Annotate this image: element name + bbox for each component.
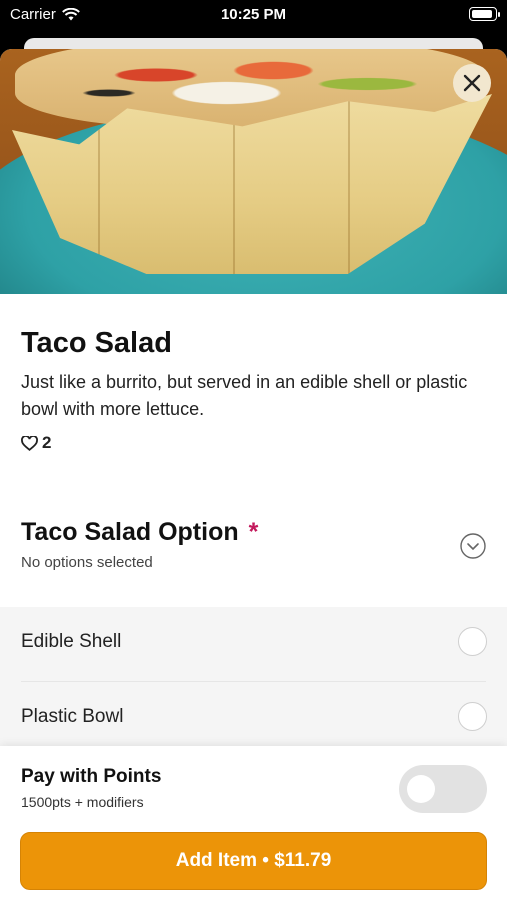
- pay-with-points-label: Pay with Points: [21, 766, 162, 787]
- battery-icon: [469, 7, 500, 21]
- close-icon: [463, 74, 481, 92]
- option-choice-plastic-bowl[interactable]: Plastic Bowl: [0, 682, 507, 752]
- pay-with-points-toggle[interactable]: [399, 765, 487, 813]
- checkout-panel: Pay with Points 1500pts + modifiers Add …: [0, 746, 507, 900]
- radio-button[interactable]: [458, 627, 487, 656]
- option-choice-label: Plastic Bowl: [21, 706, 124, 727]
- points-cost: 1500pts + modifiers: [21, 794, 144, 810]
- option-group-status: No options selected: [21, 554, 153, 571]
- item-title: Taco Salad: [21, 327, 172, 359]
- like-count: 2: [42, 433, 52, 452]
- clock: 10:25 PM: [220, 6, 287, 23]
- required-indicator: *: [248, 518, 259, 546]
- radio-button[interactable]: [458, 702, 487, 731]
- status-bar: Carrier 10:25 PM: [0, 0, 507, 30]
- option-group-title: Taco Salad Option *: [21, 518, 258, 547]
- heart-icon: [21, 435, 38, 451]
- option-choice-label: Edible Shell: [21, 631, 122, 652]
- toggle-knob: [407, 775, 435, 803]
- option-choices-list: Edible Shell Plastic Bowl: [0, 607, 507, 747]
- close-button[interactable]: [453, 64, 491, 102]
- option-choice-edible-shell[interactable]: Edible Shell: [0, 607, 507, 682]
- option-group-toggle[interactable]: [459, 532, 487, 560]
- item-description: Just like a burrito, but served in an ed…: [21, 372, 468, 419]
- chevron-down-circle-icon: [460, 533, 486, 559]
- item-photo: [0, 49, 507, 294]
- option-group-label: Taco Salad Option: [21, 518, 239, 546]
- add-item-button[interactable]: Add Item • $11.79: [20, 832, 487, 890]
- like-button[interactable]: 2: [21, 433, 51, 453]
- item-detail-modal: Taco Salad Just like a burrito, but serv…: [0, 49, 507, 900]
